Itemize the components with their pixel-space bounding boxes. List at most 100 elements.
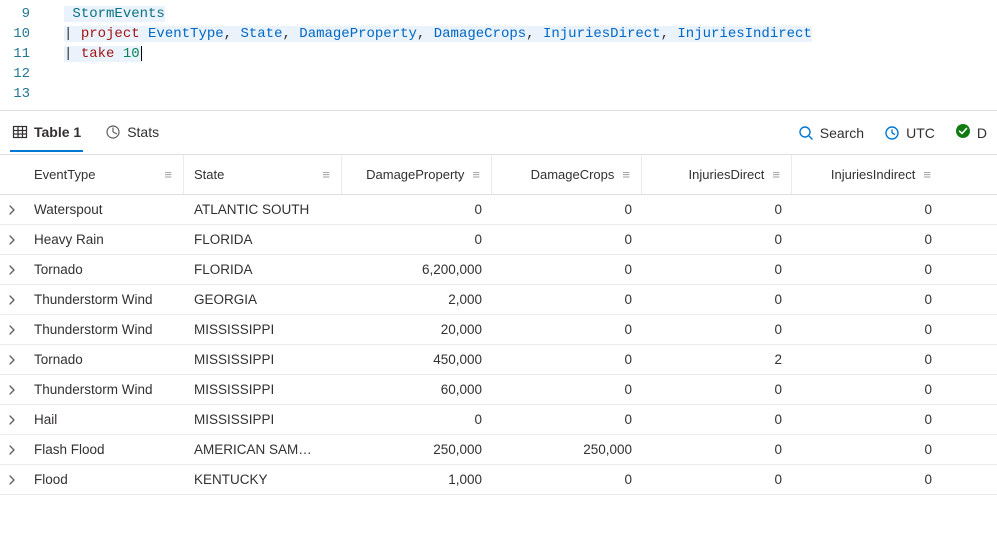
column-menu-icon[interactable]: ≡ <box>772 167 781 182</box>
row-expander[interactable] <box>0 385 24 395</box>
table-row[interactable]: FloodKENTUCKY1,000000 <box>0 465 997 495</box>
search-button[interactable]: Search <box>798 125 864 141</box>
cell-damageproperty: 1,000 <box>342 472 492 487</box>
table-row[interactable]: Thunderstorm WindGEORGIA2,000000 <box>0 285 997 315</box>
cell-eventtype: Waterspout <box>24 202 184 217</box>
column-header-label: DamageProperty <box>366 167 464 182</box>
table-icon <box>12 124 28 140</box>
chevron-right-icon <box>7 265 17 275</box>
column-header-state[interactable]: State≡ <box>184 155 342 194</box>
row-expander[interactable] <box>0 325 24 335</box>
code-line[interactable]: 13 <box>0 84 997 104</box>
tab-table[interactable]: Table 1 <box>10 114 83 152</box>
code-content[interactable]: | project EventType, State, DamageProper… <box>44 26 812 42</box>
column-header-eventtype[interactable]: EventType≡ <box>24 155 184 194</box>
cell-damagecrops: 0 <box>492 352 642 367</box>
cell-injuriesindirect: 0 <box>792 352 942 367</box>
column-menu-icon[interactable]: ≡ <box>322 167 331 182</box>
cell-injuriesdirect: 2 <box>642 352 792 367</box>
code-content[interactable]: | take 10 <box>44 46 142 62</box>
cell-injuriesindirect: 0 <box>792 292 942 307</box>
line-number: 9 <box>0 6 44 22</box>
column-header-injuriesdirect[interactable]: InjuriesDirect ≡ <box>642 155 792 194</box>
table-row[interactable]: HailMISSISSIPPI0000 <box>0 405 997 435</box>
cell-injuriesindirect: 0 <box>792 472 942 487</box>
table-row[interactable]: Flash FloodAMERICAN SAM…250,000250,00000 <box>0 435 997 465</box>
cell-injuriesindirect: 0 <box>792 442 942 457</box>
cell-eventtype: Thunderstorm Wind <box>24 322 184 337</box>
code-token: , <box>282 26 299 42</box>
cell-eventtype: Tornado <box>24 262 184 277</box>
row-expander[interactable] <box>0 295 24 305</box>
cell-state: FLORIDA <box>184 262 342 277</box>
cell-damagecrops: 250,000 <box>492 442 642 457</box>
cell-eventtype: Hail <box>24 412 184 427</box>
column-header-damageproperty[interactable]: DamageProperty ≡ <box>342 155 492 194</box>
code-token: InjuriesIndirect <box>677 26 811 42</box>
code-token: , <box>417 26 434 42</box>
row-expander[interactable] <box>0 415 24 425</box>
cell-damageproperty: 0 <box>342 232 492 247</box>
code-token: 10 <box>123 46 140 62</box>
chevron-right-icon <box>7 445 17 455</box>
column-menu-icon[interactable]: ≡ <box>622 167 631 182</box>
cell-damagecrops: 0 <box>492 262 642 277</box>
code-line[interactable]: 9 StormEvents <box>0 4 997 24</box>
chevron-right-icon <box>7 385 17 395</box>
cell-state: MISSISSIPPI <box>184 382 342 397</box>
cell-state: MISSISSIPPI <box>184 352 342 367</box>
code-token: take <box>81 46 123 62</box>
cell-state: MISSISSIPPI <box>184 412 342 427</box>
row-expander[interactable] <box>0 235 24 245</box>
clock-icon <box>884 125 900 141</box>
code-line[interactable]: 10| project EventType, State, DamageProp… <box>0 24 997 44</box>
row-expander[interactable] <box>0 445 24 455</box>
code-token: DamageProperty <box>299 26 417 42</box>
column-menu-icon[interactable]: ≡ <box>164 167 173 182</box>
table-row[interactable]: Heavy RainFLORIDA0000 <box>0 225 997 255</box>
cell-injuriesindirect: 0 <box>792 262 942 277</box>
chevron-right-icon <box>7 205 17 215</box>
utc-button[interactable]: UTC <box>884 125 935 141</box>
code-token: project <box>81 26 148 42</box>
cell-damagecrops: 0 <box>492 472 642 487</box>
tab-stats[interactable]: Stats <box>103 114 161 152</box>
table-row[interactable]: Thunderstorm WindMISSISSIPPI60,000000 <box>0 375 997 405</box>
cell-damagecrops: 0 <box>492 202 642 217</box>
line-number: 12 <box>0 66 44 82</box>
code-line[interactable]: 12 <box>0 64 997 84</box>
table-row[interactable]: TornadoMISSISSIPPI450,000020 <box>0 345 997 375</box>
cell-damageproperty: 250,000 <box>342 442 492 457</box>
row-expander[interactable] <box>0 205 24 215</box>
column-header-label: InjuriesDirect <box>689 167 765 182</box>
results-grid: EventType≡State≡DamageProperty≡DamageCro… <box>0 155 997 495</box>
row-expander[interactable] <box>0 265 24 275</box>
column-menu-icon[interactable]: ≡ <box>923 167 932 182</box>
code-line[interactable]: 11| take 10 <box>0 44 997 64</box>
cell-eventtype: Flash Flood <box>24 442 184 457</box>
table-row[interactable]: WaterspoutATLANTIC SOUTH0000 <box>0 195 997 225</box>
row-expander[interactable] <box>0 475 24 485</box>
column-header-injuriesindirect[interactable]: InjuriesIndirect≡ <box>792 155 942 194</box>
code-token: StormEvents <box>72 6 164 22</box>
cell-state: FLORIDA <box>184 232 342 247</box>
code-content[interactable]: StormEvents <box>44 6 165 22</box>
tab-stats-label: Stats <box>127 124 159 140</box>
cell-eventtype: Thunderstorm Wind <box>24 292 184 307</box>
cell-injuriesdirect: 0 <box>642 442 792 457</box>
cell-state: ATLANTIC SOUTH <box>184 202 342 217</box>
column-header-damagecrops[interactable]: DamageCrops≡ <box>492 155 642 194</box>
cell-state: KENTUCKY <box>184 472 342 487</box>
search-icon <box>798 125 814 141</box>
table-row[interactable]: Thunderstorm WindMISSISSIPPI20,000000 <box>0 315 997 345</box>
query-editor[interactable]: 9 StormEvents10| project EventType, Stat… <box>0 0 997 111</box>
column-menu-icon[interactable]: ≡ <box>472 167 481 182</box>
table-row[interactable]: TornadoFLORIDA6,200,000000 <box>0 255 997 285</box>
status-indicator[interactable]: D <box>955 123 987 142</box>
chevron-right-icon <box>7 325 17 335</box>
line-number: 10 <box>0 26 44 42</box>
chevron-right-icon <box>7 235 17 245</box>
row-expander[interactable] <box>0 355 24 365</box>
cell-damagecrops: 0 <box>492 292 642 307</box>
cell-damageproperty: 0 <box>342 412 492 427</box>
